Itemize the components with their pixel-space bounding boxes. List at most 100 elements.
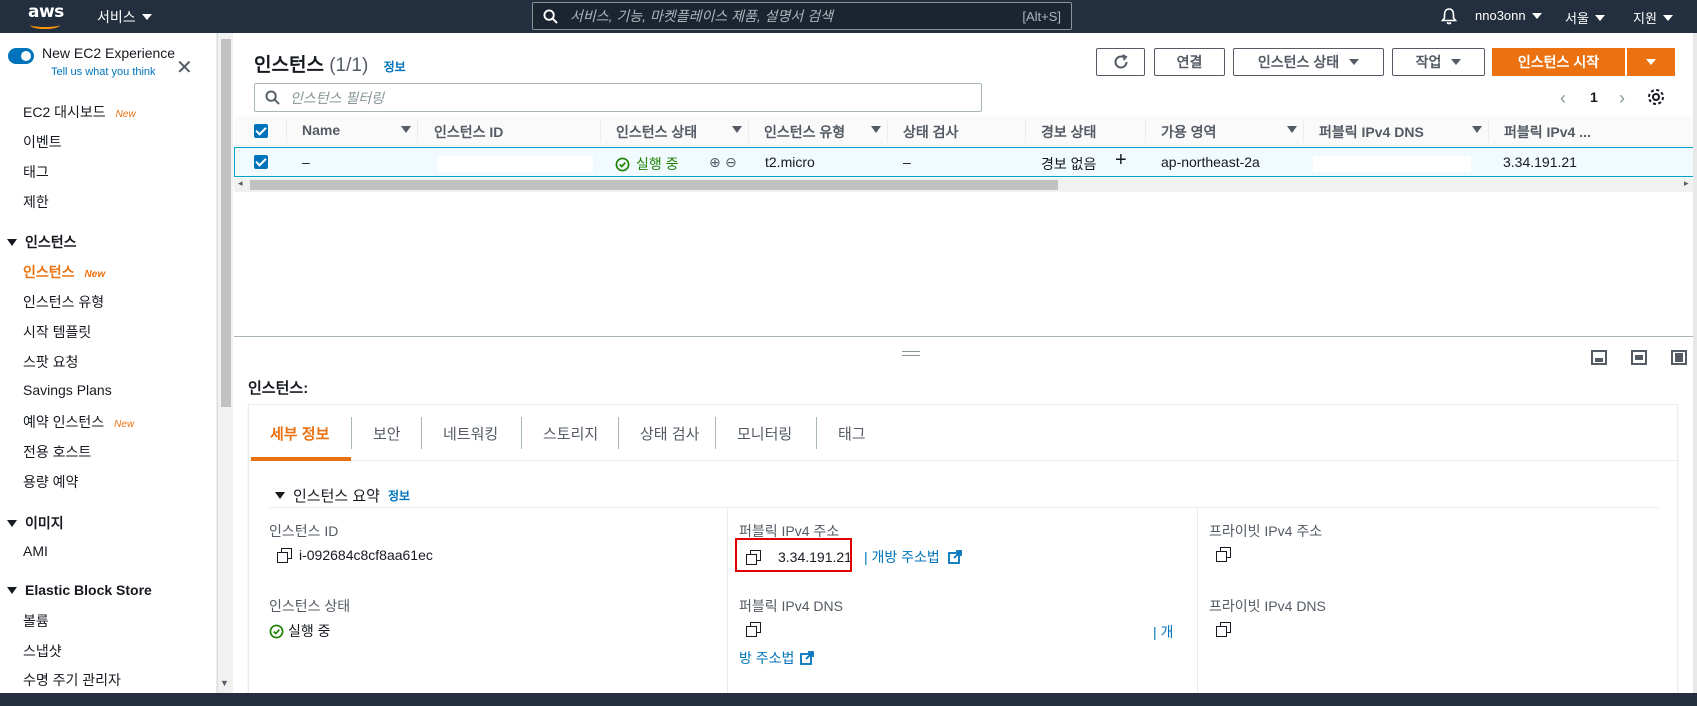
info-link[interactable]: 정보 xyxy=(384,60,406,74)
previous-page-icon[interactable]: ‹ xyxy=(1560,88,1566,109)
refresh-button[interactable] xyxy=(1096,48,1145,76)
sidebar-scrollbar[interactable] xyxy=(217,33,233,693)
new-experience-toggle[interactable]: New EC2 Experience Tell us what you thin… xyxy=(8,45,175,78)
region-menu[interactable]: 서울 xyxy=(1565,8,1605,27)
external-link-icon[interactable] xyxy=(947,550,962,564)
copy-icon[interactable] xyxy=(277,548,292,563)
sort-icon[interactable] xyxy=(1472,126,1482,133)
column-status-check[interactable]: 상태 검사 xyxy=(903,122,958,142)
scroll-right-icon[interactable]: ▸ xyxy=(1684,178,1689,189)
services-menu[interactable]: 서비스 xyxy=(97,7,152,27)
instance-id-value: i-092684c8cf8aa61ec xyxy=(277,547,433,563)
chevron-down-icon xyxy=(1645,59,1656,65)
gear-icon[interactable] xyxy=(1646,87,1666,107)
user-menu[interactable]: nno3onn xyxy=(1475,8,1542,23)
column-instance-id[interactable]: 인스턴스 ID xyxy=(434,122,503,142)
column-instance-type[interactable]: 인스턴스 유형 xyxy=(764,122,845,142)
copy-icon[interactable] xyxy=(746,622,761,637)
instance-state-button[interactable]: 인스턴스 상태 xyxy=(1233,48,1384,76)
split-divider xyxy=(234,336,1697,337)
toggle-switch[interactable] xyxy=(8,48,34,64)
external-link-icon[interactable] xyxy=(800,651,815,665)
page-number[interactable]: 1 xyxy=(1590,89,1598,105)
sidebar-item-limits[interactable]: 제한 xyxy=(23,192,49,212)
sidebar-item-snapshots[interactable]: 스냅샷 xyxy=(23,641,62,661)
next-page-icon[interactable]: › xyxy=(1619,88,1625,109)
column-availability-zone[interactable]: 가용 영역 xyxy=(1161,122,1216,142)
zoom-in-icon[interactable]: ⊕ xyxy=(709,154,721,171)
tab-storage[interactable]: 스토리지 xyxy=(543,423,598,444)
tab-security[interactable]: 보안 xyxy=(373,423,401,444)
copy-icon[interactable] xyxy=(1216,547,1231,562)
info-link[interactable]: 정보 xyxy=(388,487,410,504)
row-state: 실행 중 xyxy=(615,154,679,174)
support-menu[interactable]: 지원 xyxy=(1633,8,1673,27)
sidebar-item-spot-requests[interactable]: 스팟 요청 xyxy=(23,352,78,372)
column-public-ipv4[interactable]: 퍼블릭 IPv4 ... xyxy=(1504,122,1591,142)
caret-down-icon xyxy=(7,238,17,246)
sidebar-section-ebs[interactable]: Elastic Block Store xyxy=(7,582,152,598)
sidebar-item-ec2-dashboard[interactable]: EC2 대시보드 New xyxy=(23,102,136,122)
column-alarm-status[interactable]: 경보 상태 xyxy=(1041,122,1096,142)
sort-icon[interactable] xyxy=(871,126,881,133)
scrollbar-thumb[interactable] xyxy=(250,180,1058,190)
tab-monitoring[interactable]: 모니터링 xyxy=(737,423,792,444)
dns-open-address-link-2[interactable]: 방 주소법 xyxy=(739,648,815,668)
zoom-out-icon[interactable]: ⊖ xyxy=(725,154,737,171)
sidebar-section-images[interactable]: 이미지 xyxy=(7,513,64,533)
details-tabs: 세부 정보 보안 네트워킹 스토리지 상태 검사 모니터링 태그 xyxy=(249,405,1679,461)
sort-icon[interactable] xyxy=(732,126,742,133)
split-middle-icon[interactable] xyxy=(1631,350,1647,365)
sidebar-item-savings-plans[interactable]: Savings Plans xyxy=(23,382,112,398)
sidebar-section-instances[interactable]: 인스턴스 xyxy=(7,232,77,252)
tab-networking[interactable]: 네트워킹 xyxy=(443,423,498,444)
sidebar-item-volumes[interactable]: 볼륨 xyxy=(23,611,49,631)
sidebar-item-reserved-instances[interactable]: 예약 인스턴스 New xyxy=(23,412,134,432)
row-checkbox[interactable] xyxy=(254,155,268,169)
split-bottom-icon[interactable] xyxy=(1591,350,1607,365)
copy-icon[interactable] xyxy=(1216,622,1231,637)
sidebar-item-capacity-reservations[interactable]: 용량 예약 xyxy=(23,472,78,492)
aws-logo[interactable]: aws xyxy=(28,2,64,30)
sort-icon[interactable] xyxy=(1287,126,1297,133)
sidebar-item-tags[interactable]: 태그 xyxy=(23,162,49,182)
column-public-dns[interactable]: 퍼블릭 IPv4 DNS xyxy=(1319,122,1424,142)
launch-instances-button[interactable]: 인스턴스 시작 xyxy=(1492,48,1625,76)
column-name[interactable]: Name xyxy=(302,122,340,138)
resize-grip-icon[interactable] xyxy=(902,351,920,356)
scroll-down-icon[interactable]: ▼ xyxy=(220,678,229,688)
tab-details[interactable]: 세부 정보 xyxy=(270,423,329,444)
bell-icon[interactable] xyxy=(1440,7,1458,25)
close-icon[interactable]: ✕ xyxy=(176,55,193,80)
sidebar-item-ami[interactable]: AMI xyxy=(23,543,48,559)
sidebar-item-launch-templates[interactable]: 시작 템플릿 xyxy=(23,322,91,342)
split-full-icon[interactable] xyxy=(1671,350,1687,365)
tab-status-checks[interactable]: 상태 검사 xyxy=(640,423,699,444)
select-all-checkbox[interactable] xyxy=(254,124,268,138)
search-input[interactable]: 서비스, 기능, 마켓플레이스 제품, 설명서 검색 [Alt+S] xyxy=(532,2,1072,30)
instance-filter-input[interactable]: 인스턴스 필터링 xyxy=(254,83,982,112)
open-address-link[interactable]: | 개방 주소법 xyxy=(864,547,940,567)
tab-tags[interactable]: 태그 xyxy=(838,423,866,444)
search-shortcut: [Alt+S] xyxy=(1022,8,1061,24)
instance-summary-header[interactable]: 인스턴스 요약 정보 xyxy=(275,485,410,506)
feedback-link[interactable]: Tell us what you think xyxy=(51,66,156,78)
page-scrollbar[interactable] xyxy=(1693,33,1697,693)
sidebar-item-dedicated-hosts[interactable]: 전용 호스트 xyxy=(23,442,91,462)
sidebar-item-events[interactable]: 이벤트 xyxy=(23,132,62,152)
scroll-left-icon[interactable]: ◂ xyxy=(238,178,243,189)
add-alarm-icon[interactable]: + xyxy=(1115,149,1127,172)
search-placeholder: 서비스, 기능, 마켓플레이스 제품, 설명서 검색 xyxy=(570,8,833,24)
connect-button[interactable]: 연결 xyxy=(1154,48,1225,76)
actions-button[interactable]: 작업 xyxy=(1392,48,1485,76)
sidebar-item-instances[interactable]: 인스턴스 New xyxy=(23,262,105,282)
launch-dropdown-button[interactable] xyxy=(1626,48,1675,76)
sidebar-item-instance-types[interactable]: 인스턴스 유형 xyxy=(23,292,104,312)
column-instance-state[interactable]: 인스턴스 상태 xyxy=(616,122,697,142)
table-horizontal-scrollbar[interactable]: ◂ ▸ xyxy=(234,178,1697,192)
table-row[interactable]: – 실행 중 ⊕ ⊖ t2.micro – 경보 없음 + ap-northea… xyxy=(234,147,1697,177)
sidebar-item-lifecycle-manager[interactable]: 수명 주기 관리자 xyxy=(23,670,121,690)
scrollbar-thumb[interactable] xyxy=(221,39,231,407)
dns-open-address-link-1[interactable]: | 개 xyxy=(1153,622,1173,642)
sort-icon[interactable] xyxy=(401,126,411,133)
